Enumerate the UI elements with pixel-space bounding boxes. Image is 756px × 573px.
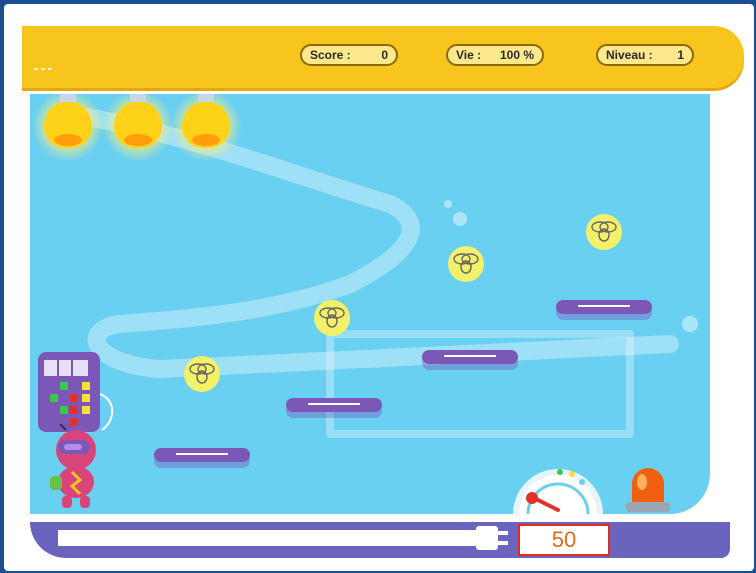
ceiling-lamp-icon [170, 94, 242, 162]
ceiling-lamp-icon [102, 94, 174, 162]
energy-cable [58, 530, 478, 546]
fly-icon[interactable] [448, 246, 484, 282]
timer-value: 50 [518, 524, 610, 556]
power-plug-icon [476, 526, 508, 550]
game-window: --- Score : 0 Vie : 100 % Niveau : 1 50 [4, 4, 754, 571]
fly-icon[interactable] [314, 300, 350, 336]
timer-bar: 50 [30, 522, 730, 558]
score-display: Score : 0 [300, 44, 398, 66]
game-playfield[interactable] [30, 94, 710, 514]
score-value: 0 [381, 48, 388, 62]
life-display: Vie : 100 % [446, 44, 544, 66]
fly-icon[interactable] [586, 214, 622, 250]
control-panel-icon [38, 352, 114, 432]
platform [286, 398, 382, 412]
level-display: Niveau : 1 [596, 44, 694, 66]
level-value: 1 [677, 48, 684, 62]
life-value: 100 % [499, 48, 534, 62]
platform [422, 350, 518, 364]
alarm-light-icon [626, 468, 670, 512]
ceiling-lamp-icon [32, 94, 104, 162]
robot-player-icon[interactable] [46, 424, 108, 510]
player-name: --- [34, 60, 54, 76]
score-label: Score : [310, 48, 351, 62]
platform [154, 448, 250, 462]
level-label: Niveau : [606, 48, 653, 62]
platform [556, 300, 652, 314]
life-label: Vie : [456, 48, 482, 62]
fly-icon[interactable] [184, 356, 220, 392]
gauge-icon [513, 469, 603, 514]
status-bar: --- Score : 0 Vie : 100 % Niveau : 1 [22, 26, 744, 88]
